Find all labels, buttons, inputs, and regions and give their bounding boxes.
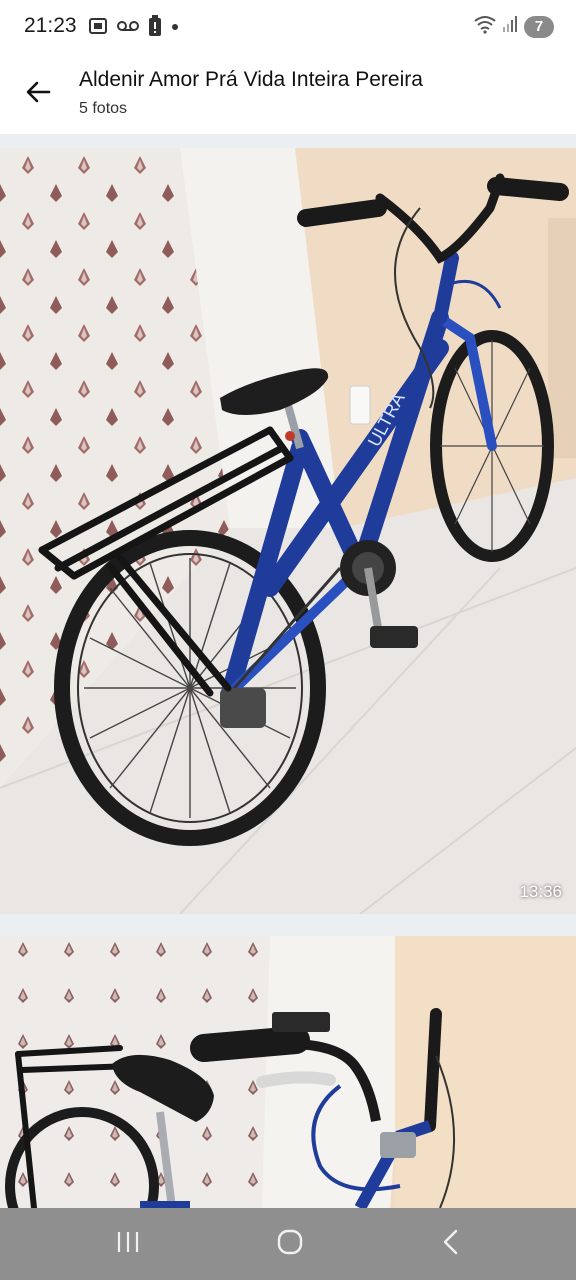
photo-item[interactable] <box>0 936 576 1208</box>
video-duration: 13:36 <box>519 882 562 901</box>
back-icon <box>440 1229 460 1260</box>
recents-icon <box>115 1230 141 1259</box>
voicemail-icon <box>116 19 140 38</box>
recents-button[interactable] <box>98 1222 158 1266</box>
bicycle-photo: ULTRA <box>0 148 576 914</box>
nav-back-button[interactable] <box>420 1222 480 1266</box>
signal-icon <box>502 15 518 38</box>
photo-count: 5 fotos <box>79 100 128 117</box>
screenshot-icon <box>88 16 108 41</box>
battery-alert-icon <box>148 14 162 42</box>
navigation-bar <box>0 1208 576 1280</box>
status-bar: 21:23 7 <box>0 0 576 56</box>
arrow-left-icon <box>24 78 52 111</box>
home-button[interactable] <box>260 1222 320 1266</box>
bicycle-photo <box>0 936 576 1208</box>
dot-icon <box>170 19 180 37</box>
wifi-icon <box>474 14 496 39</box>
album-title: Aldenir Amor Prá Vida Inteira Pereira <box>79 68 423 91</box>
photo-item[interactable]: ULTRA 13:36 <box>0 148 576 914</box>
status-time: 21:23 <box>24 14 77 37</box>
notification-count-badge: 7 <box>524 15 554 38</box>
back-button[interactable] <box>16 72 60 116</box>
divider <box>0 914 576 936</box>
home-icon <box>276 1228 304 1261</box>
album-header: Aldenir Amor Prá Vida Inteira Pereira 5 … <box>0 56 576 134</box>
divider <box>0 134 576 148</box>
